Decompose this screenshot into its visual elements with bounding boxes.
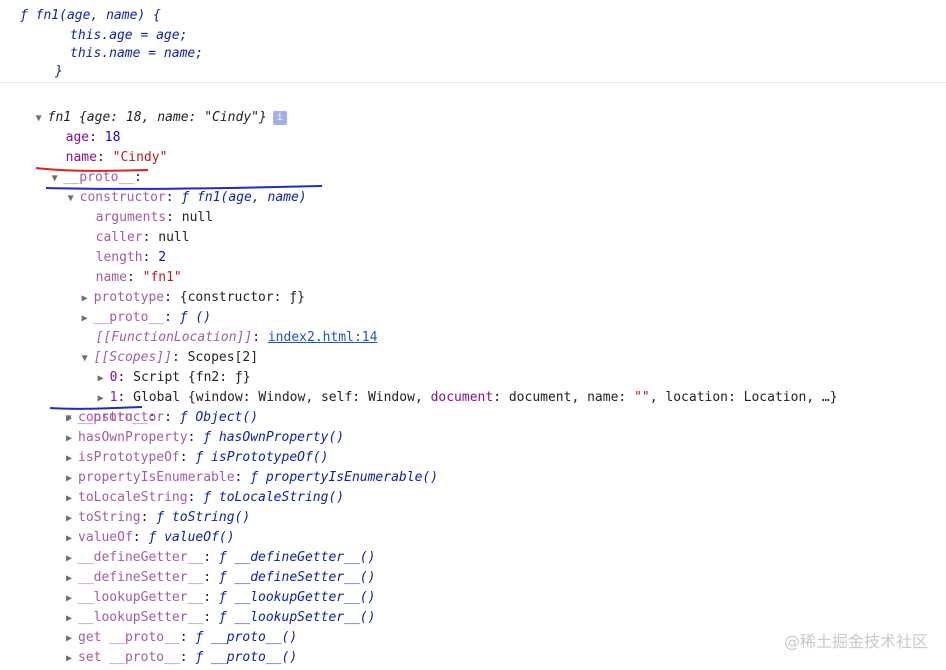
object-proto-item-key: isPrototypeOf: [78, 450, 180, 465]
object-proto-item-key: set __proto__: [78, 650, 180, 665]
prop-fname: name: "fn1": [95, 270, 182, 285]
object-proto-item[interactable]: ▶ __defineSetter__: ƒ __defineSetter__(): [66, 568, 375, 588]
prototype-row[interactable]: ▶ prototype: {constructor: ƒ}: [66, 268, 305, 305]
collapsed-triangle-icon[interactable]: ▶: [66, 569, 78, 589]
object-proto-item[interactable]: ▶ __lookupGetter__: ƒ __lookupGetter__(): [66, 588, 375, 608]
scope-0-row[interactable]: ▶ 0: Script {fn2: ƒ}: [82, 348, 251, 385]
object-proto-item-key: hasOwnProperty: [78, 430, 188, 445]
object-proto-item-value: ƒ __lookupSetter__(): [218, 610, 376, 625]
function-source-block: ƒ fn1(age, name) { this.age = age; this.…: [0, 0, 946, 82]
collapsed-triangle-icon[interactable]: ▶: [66, 469, 78, 489]
object-proto-item-value: ƒ __defineGetter__(): [218, 550, 376, 565]
proto-row[interactable]: ▼ __proto__:: [36, 148, 142, 185]
object-proto-item-value: ƒ __lookupGetter__(): [218, 590, 376, 605]
expanded-triangle-icon[interactable]: ▼: [36, 109, 48, 129]
object-proto-item[interactable]: ▶ get __proto__: ƒ __proto__(): [66, 628, 297, 648]
object-header-row[interactable]: ▼ fn1 {age: 18, name: "Cindy"} i: [20, 88, 287, 125]
collapsed-triangle-icon[interactable]: ▶: [66, 649, 78, 669]
object-proto-item-key: __defineGetter__: [78, 550, 204, 565]
object-proto-item-key: get __proto__: [78, 630, 180, 645]
object-proto-item-key: toString: [78, 510, 141, 525]
object-proto-item-key: __lookupSetter__: [78, 610, 204, 625]
collapsed-triangle-icon[interactable]: ▶: [66, 509, 78, 529]
collapsed-triangle-icon[interactable]: ▶: [66, 629, 78, 649]
proto2-row[interactable]: ▼ __proto__:: [50, 388, 156, 425]
collapsed-triangle-icon[interactable]: ▶: [66, 449, 78, 469]
object-proto-item[interactable]: ▶ toLocaleString: ƒ toLocaleString(): [66, 488, 344, 508]
scope-1-row[interactable]: ▶ 1: Global {window: Window, self: Window…: [82, 368, 838, 405]
prop-age: age: 18: [65, 130, 121, 145]
watermark: @稀土掘金技术社区: [783, 632, 928, 651]
info-icon[interactable]: i: [272, 110, 287, 125]
object-proto-item[interactable]: ▶ hasOwnProperty: ƒ hasOwnProperty(): [66, 428, 344, 448]
scopes-row[interactable]: ▼ [[Scopes]]: Scopes[2]: [66, 328, 258, 365]
object-proto-item-key: __defineSetter__: [78, 570, 204, 585]
object-proto-item-value: ƒ valueOf(): [148, 530, 235, 545]
collapsed-triangle-icon[interactable]: ▶: [66, 429, 78, 449]
object-proto-item[interactable]: ▶ toString: ƒ toString(): [66, 508, 250, 528]
object-proto-item-value: ƒ Object(): [179, 410, 259, 425]
source-line-2: this.age = age;: [70, 28, 188, 43]
object-proto-item-value: ƒ toLocaleString(): [203, 490, 345, 505]
object-proto-item[interactable]: ▶ isPrototypeOf: ƒ isPrototypeOf(): [66, 448, 328, 468]
object-proto-item[interactable]: ▶ constructor: ƒ Object(): [66, 408, 258, 428]
object-proto-item[interactable]: ▶ __defineGetter__: ƒ __defineGetter__(): [66, 548, 375, 568]
source-line-1: ƒ fn1(age, name) {: [20, 8, 161, 23]
inner-proto-row[interactable]: ▶ __proto__: ƒ (): [66, 288, 211, 325]
collapsed-triangle-icon[interactable]: ▶: [66, 549, 78, 569]
prop-length: length: 2: [95, 250, 167, 265]
expanded-triangle-icon[interactable]: ▼: [68, 189, 80, 209]
object-proto-item-value: ƒ isPrototypeOf(): [195, 450, 329, 465]
object-proto-item-value: ƒ __proto__(): [195, 630, 298, 645]
object-proto-item-key: valueOf: [78, 530, 133, 545]
collapsed-triangle-icon[interactable]: ▶: [66, 409, 78, 429]
object-proto-item-value: ƒ propertyIsEnumerable(): [250, 470, 439, 485]
object-proto-item[interactable]: ▶ valueOf: ƒ valueOf(): [66, 528, 235, 548]
collapsed-triangle-icon[interactable]: ▶: [66, 609, 78, 629]
object-proto-item-value: ƒ toString(): [156, 510, 251, 525]
prop-arguments: arguments: null: [95, 210, 214, 225]
divider: [0, 82, 946, 83]
function-location-row: [[FunctionLocation]]: index2.html:14: [95, 330, 378, 345]
object-proto-item-value: ƒ __defineSetter__(): [218, 570, 376, 585]
object-proto-item-key: toLocaleString: [78, 490, 188, 505]
collapsed-triangle-icon[interactable]: ▶: [66, 489, 78, 509]
function-location-link[interactable]: index2.html:14: [268, 330, 378, 345]
object-proto-item[interactable]: ▶ propertyIsEnumerable: ƒ propertyIsEnume…: [66, 468, 438, 488]
object-proto-item[interactable]: ▶ set __proto__: ƒ __proto__(): [66, 648, 297, 668]
object-proto-item-value: ƒ hasOwnProperty(): [203, 430, 345, 445]
prop-caller: caller: null: [95, 230, 190, 245]
constructor-row[interactable]: ▼ constructor: ƒ fn1(age, name): [52, 168, 307, 205]
object-proto-item-key: constructor: [78, 410, 165, 425]
prop-name: name: "Cindy": [65, 150, 168, 165]
source-line-4: }: [55, 64, 63, 79]
object-proto-item-key: propertyIsEnumerable: [78, 470, 235, 485]
source-line-3: this.name = name;: [70, 46, 204, 61]
object-proto-item-key: __lookupGetter__: [78, 590, 204, 605]
collapsed-triangle-icon[interactable]: ▶: [66, 589, 78, 609]
collapsed-triangle-icon[interactable]: ▶: [66, 529, 78, 549]
object-proto-item-value: ƒ __proto__(): [195, 650, 298, 665]
object-proto-item[interactable]: ▶ __lookupSetter__: ƒ __lookupSetter__(): [66, 608, 375, 628]
